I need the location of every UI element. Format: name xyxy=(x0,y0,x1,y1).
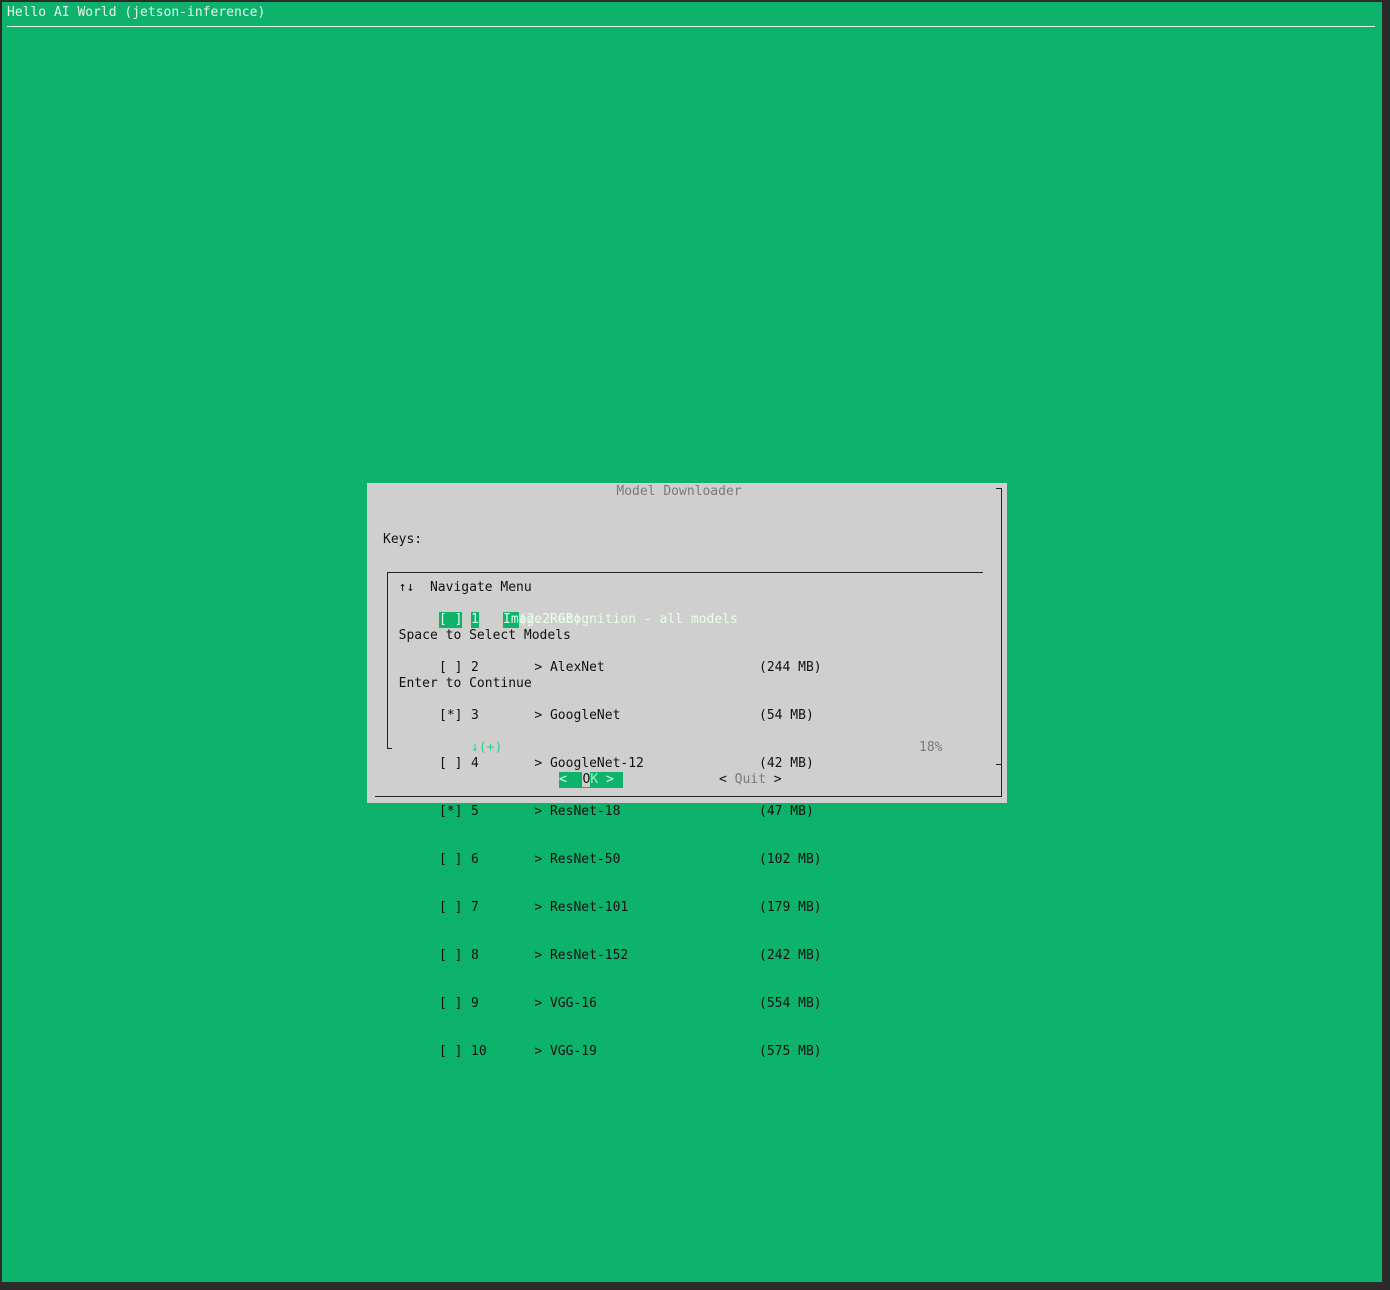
dialog-frame-right xyxy=(1001,488,1002,796)
model-checkbox[interactable]: [*] xyxy=(439,708,462,724)
model-item-googlenet-12[interactable]: [ ] 4 > GoogleNet-12 (42 MB) xyxy=(439,756,814,772)
model-downloader-dialog: Model Downloader Keys: ↑↓ Navigate Menu … xyxy=(367,483,1007,1059)
model-checkbox[interactable]: [ ] xyxy=(439,660,462,676)
list-frame-top xyxy=(387,572,983,573)
model-number: 9 xyxy=(471,996,479,1011)
model-name-text: > GoogleNet xyxy=(534,708,621,723)
model-item-resnet-152[interactable]: [ ] 8 > ResNet-152 (242 MB) xyxy=(439,948,822,964)
model-checkbox[interactable]: [ ] xyxy=(439,900,462,916)
dialog-title: Model Downloader xyxy=(616,484,742,499)
model-label: Image Recognition - all models (2.2 GB) xyxy=(503,612,738,628)
model-name-text: > ResNet-18 xyxy=(534,804,621,819)
model-name: > ResNet-152 xyxy=(503,948,628,964)
model-name: > VGG-16 xyxy=(503,996,597,1012)
model-checkbox[interactable]: [ ] xyxy=(439,612,463,628)
model-name: > ResNet-18 xyxy=(503,804,620,820)
model-size: (102 MB) xyxy=(759,852,822,867)
model-number: 2 xyxy=(471,660,479,675)
model-number: 5 xyxy=(471,804,479,819)
model-name: > GoogleNet xyxy=(503,708,620,724)
model-item-alexnet[interactable]: [ ] 2 > AlexNet (244 MB) xyxy=(439,660,822,676)
terminal-screen: Hello AI World (jetson-inference) Model … xyxy=(2,2,1382,1282)
list-frame-corner xyxy=(387,748,392,749)
model-size: (242 MB) xyxy=(759,948,822,963)
model-item-resnet-18[interactable]: [*] 5 > ResNet-18 (47 MB) xyxy=(439,804,814,820)
model-checkbox[interactable]: [ ] xyxy=(439,852,462,868)
model-size: (575 MB) xyxy=(759,1044,822,1059)
model-item-image-recognition[interactable]: [ ] 1 Image Recognition - all models (2.… xyxy=(439,612,738,628)
model-size: (47 MB) xyxy=(759,804,814,819)
quit-button[interactable]: < Quit > xyxy=(719,772,782,788)
model-item-resnet-50[interactable]: [ ] 6 > ResNet-50 (102 MB) xyxy=(439,852,822,868)
keys-header: Keys: xyxy=(383,532,423,547)
model-size: (244 MB) xyxy=(759,660,822,675)
model-checkbox[interactable]: [ ] xyxy=(439,756,462,772)
backtitle: Hello AI World (jetson-inference) xyxy=(7,5,266,20)
model-size: (554 MB) xyxy=(759,996,822,1011)
list-frame-left xyxy=(387,572,388,748)
scroll-percent: 18% xyxy=(919,740,943,755)
model-checklist: [ ] 1 Image Recognition - all models (2.… xyxy=(439,580,822,1092)
model-size: (2.2 GB) xyxy=(518,612,582,627)
ok-label-rest: K xyxy=(590,772,599,787)
model-name-text: > VGG-16 xyxy=(534,996,597,1011)
model-number: 10 xyxy=(471,1044,487,1059)
model-name: > ResNet-101 xyxy=(503,900,628,916)
ok-bracket-right: > xyxy=(598,772,614,787)
model-number: 7 xyxy=(471,900,479,915)
model-checkbox[interactable]: [ ] xyxy=(439,1044,462,1060)
model-name: > ResNet-50 xyxy=(503,852,620,868)
model-name-text: > VGG-19 xyxy=(534,1044,597,1059)
model-checkbox[interactable]: [*] xyxy=(439,804,462,820)
model-size: (42 MB) xyxy=(759,756,814,771)
scroll-more-indicator[interactable]: ↓(+) xyxy=(471,740,502,756)
model-size: (179 MB) xyxy=(759,900,822,915)
model-number: 8 xyxy=(471,948,479,963)
model-name-text: > ResNet-101 xyxy=(534,900,629,915)
model-checkbox[interactable]: [ ] xyxy=(439,948,462,964)
ok-button[interactable]: < OK > xyxy=(559,772,623,788)
quit-bracket-left: < xyxy=(719,772,735,787)
model-item-vgg-16[interactable]: [ ] 9 > VGG-16 (554 MB) xyxy=(439,996,822,1012)
quit-label: Quit xyxy=(734,772,766,787)
dialog-frame-tick xyxy=(996,764,1001,765)
model-name-text: > ResNet-152 xyxy=(534,948,629,963)
model-checkbox[interactable]: [ ] xyxy=(439,996,462,1012)
backtitle-divider xyxy=(7,26,1375,27)
model-item-vgg-19[interactable]: [ ] 10 > VGG-19 (575 MB) xyxy=(439,1044,822,1060)
model-number: 1 xyxy=(471,612,479,628)
model-name-text: > AlexNet xyxy=(534,660,605,675)
model-item-googlenet[interactable]: [*] 3 > GoogleNet (54 MB) xyxy=(439,708,814,724)
model-name-text: > ResNet-50 xyxy=(534,852,621,867)
model-number: 4 xyxy=(471,756,479,771)
ok-bracket-left: < xyxy=(559,772,575,787)
model-number: 6 xyxy=(471,852,479,867)
model-name-text: > GoogleNet-12 xyxy=(534,756,644,771)
model-number: 3 xyxy=(471,708,479,723)
quit-bracket-right: > xyxy=(765,772,782,787)
model-name: > GoogleNet-12 xyxy=(503,756,644,772)
model-item-resnet-101[interactable]: [ ] 7 > ResNet-101 (179 MB) xyxy=(439,900,822,916)
model-size: (54 MB) xyxy=(759,708,814,723)
model-name: > AlexNet xyxy=(503,660,604,676)
model-name: > VGG-19 xyxy=(503,1044,597,1060)
